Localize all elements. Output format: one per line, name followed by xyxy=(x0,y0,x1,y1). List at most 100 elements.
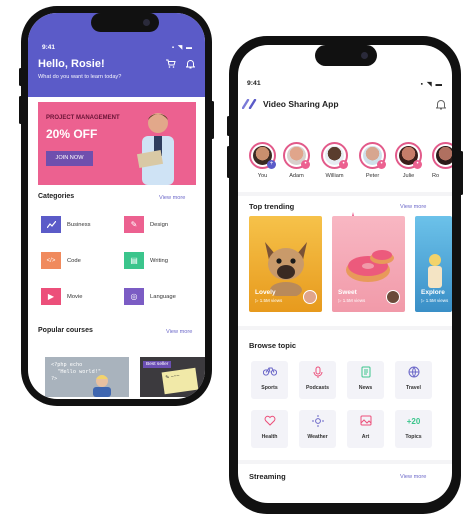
bell-icon[interactable] xyxy=(435,99,447,113)
topic-sports[interactable]: Sports xyxy=(251,361,288,399)
category-label: Writing xyxy=(150,257,168,264)
topic-label: News xyxy=(358,385,373,391)
story-julie[interactable]: • Julie xyxy=(395,142,422,179)
story-name: Adam xyxy=(289,173,304,179)
greeting-title: Hello, Rosie! xyxy=(38,58,105,70)
categories-view-more[interactable]: View more xyxy=(159,195,185,201)
top-trending-title: Top trending xyxy=(249,202,295,211)
document-icon: ▤ xyxy=(124,252,144,269)
topic-label: Topics xyxy=(405,434,422,440)
cart-icon[interactable] xyxy=(166,59,176,71)
bestseller-badge: Best seller xyxy=(143,361,172,368)
topic-label: Art xyxy=(361,434,370,440)
topic-label: Podcasts xyxy=(305,385,330,391)
course-card-bestseller[interactable]: Best seller ✎ ~~~ xyxy=(140,357,205,397)
phone-video-app: 9:41 ▪ ◥ ▬ Video Sharing App + You • Ada… xyxy=(227,36,463,514)
trending-title: Explore xyxy=(421,289,445,296)
categories-title: Categories xyxy=(38,193,75,200)
popular-courses-title: Popular courses xyxy=(38,327,93,334)
design-icon: ✎ xyxy=(124,216,144,233)
phone-side-button xyxy=(19,68,22,86)
topic-podcasts[interactable]: Podcasts xyxy=(299,361,336,399)
greeting-subtitle: What do you want to learn today? xyxy=(38,74,122,80)
story-william[interactable]: • William xyxy=(321,142,348,179)
streaming-view-more[interactable]: View more xyxy=(400,474,426,480)
creator-avatar xyxy=(303,290,317,304)
avatar xyxy=(436,146,452,165)
topic-label: Sports xyxy=(261,385,278,391)
join-now-button[interactable]: JOIN NOW xyxy=(46,151,93,166)
image-icon xyxy=(347,415,384,429)
section-divider xyxy=(238,460,452,464)
topic-news[interactable]: News xyxy=(347,361,384,399)
promo-tag: PROJECT MANAGEMENT xyxy=(46,115,120,121)
category-business[interactable]: Business xyxy=(41,216,91,233)
creator-avatar xyxy=(386,290,400,304)
teacher-illustration xyxy=(136,113,174,185)
category-movie[interactable]: ▶ Movie xyxy=(41,288,82,305)
live-badge-icon: • xyxy=(377,160,386,169)
topic-travel[interactable]: Travel xyxy=(395,361,432,399)
trending-views: ▷ 1.5M views xyxy=(338,298,366,303)
topic-label: Health xyxy=(261,434,278,440)
heart-icon xyxy=(251,415,288,429)
more-topics-count: +20 xyxy=(406,417,421,426)
topic-art[interactable]: Art xyxy=(347,410,384,448)
status-icons: ▪ ◥ ▬ xyxy=(420,81,443,88)
sun-icon xyxy=(299,415,336,429)
newspaper-icon xyxy=(347,366,384,380)
category-label: Language xyxy=(150,293,176,300)
phone-learning-app: 9:41 ▪ ◥ ▬ Hello, Rosie! What do you wan… xyxy=(19,6,214,406)
microphone-icon xyxy=(299,366,336,380)
status-icons: ▪ ◥ ▬ xyxy=(171,45,193,51)
phone1-screen: 9:41 ▪ ◥ ▬ Hello, Rosie! What do you wan… xyxy=(28,13,205,399)
story-name: Peter xyxy=(365,173,380,179)
story-you[interactable]: + You xyxy=(249,142,276,179)
student-illustration xyxy=(93,375,111,397)
live-badge-icon: • xyxy=(301,160,310,169)
story-ro[interactable]: Ro xyxy=(432,142,452,179)
topic-more[interactable]: +20 Topics xyxy=(395,410,432,448)
story-name: Ro xyxy=(432,173,440,179)
dog-illustration xyxy=(265,242,307,296)
section-divider xyxy=(238,192,452,196)
phone-notch xyxy=(315,45,377,66)
promo-banner[interactable]: PROJECT MANAGEMENT 20% OFF JOIN NOW xyxy=(38,102,196,185)
trending-card-explore[interactable]: Explore ▷ 1.5M views xyxy=(415,216,452,312)
globe-icon xyxy=(395,366,432,380)
video-icon: ▶ xyxy=(41,288,61,305)
streaming-title: Streaming xyxy=(249,472,286,481)
phone-side-button xyxy=(227,116,230,136)
live-badge-icon: • xyxy=(413,160,422,169)
language-icon: ◎ xyxy=(124,288,144,305)
phone-side-button xyxy=(460,151,463,195)
traveler-illustration xyxy=(428,254,442,288)
category-design[interactable]: ✎ Design xyxy=(124,216,168,233)
sticky-note-illustration: ✎ ~~~ xyxy=(161,367,199,395)
phone-side-button xyxy=(211,101,214,139)
topic-health[interactable]: Health xyxy=(251,410,288,448)
add-story-icon: + xyxy=(267,160,276,169)
courses-view-more[interactable]: View more xyxy=(166,329,192,335)
donut-illustration xyxy=(346,250,394,282)
status-time: 9:41 xyxy=(247,80,261,87)
category-label: Business xyxy=(67,221,91,228)
trending-card-sweet[interactable]: Sweet ▷ 1.5M views xyxy=(332,216,405,312)
story-peter[interactable]: • Peter xyxy=(359,142,386,179)
story-name: Julie xyxy=(402,173,415,179)
category-code[interactable]: </> Code xyxy=(41,252,81,269)
category-writing[interactable]: ▤ Writing xyxy=(124,252,168,269)
course-card-php[interactable]: <?php echo "Hello world!" ?> xyxy=(45,357,129,397)
topic-weather[interactable]: Weather xyxy=(299,410,336,448)
browse-topic-title: Browse topic xyxy=(249,341,297,350)
promo-headline: 20% OFF xyxy=(46,127,98,141)
mockup-stage: 9:41 ▪ ◥ ▬ Hello, Rosie! What do you wan… xyxy=(0,0,467,515)
trending-view-more[interactable]: View more xyxy=(400,204,426,210)
bicycle-icon xyxy=(251,366,288,380)
story-adam[interactable]: • Adam xyxy=(283,142,310,179)
bell-icon[interactable] xyxy=(185,59,196,71)
category-language[interactable]: ◎ Language xyxy=(124,288,176,305)
trending-card-lovely[interactable]: Lovely ▷ 1.5M views xyxy=(249,216,322,312)
category-label: Movie xyxy=(67,293,83,300)
phone-side-button xyxy=(19,96,22,124)
